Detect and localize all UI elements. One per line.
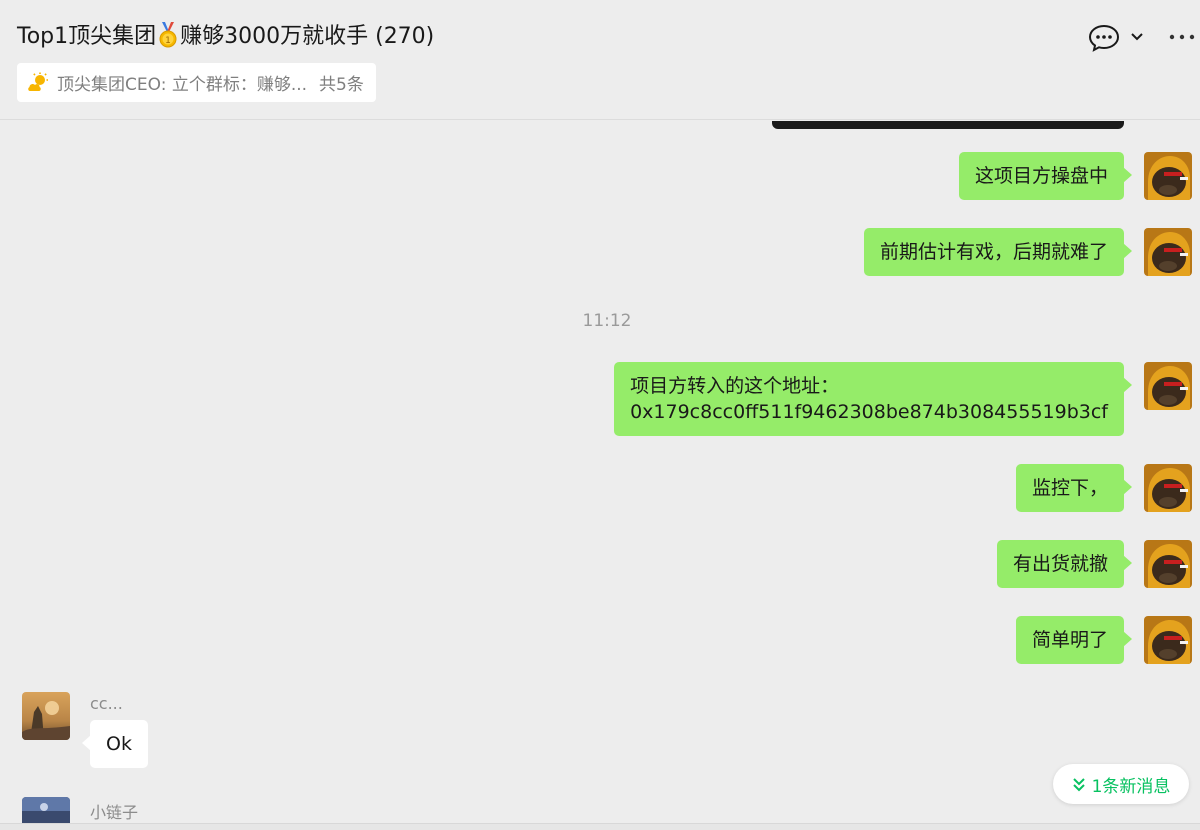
my-message-row: 项目方转入的这个地址： 0x179c8cc0ff511f9462308be874…	[614, 362, 1192, 436]
my-avatar[interactable]	[1144, 464, 1192, 512]
sunset-photo-avatar-icon	[22, 692, 70, 740]
pinned-text: 顶尖集团CEO: 立个群标：赚够...	[57, 75, 308, 95]
my-message-bubble[interactable]: 项目方转入的这个地址： 0x179c8cc0ff511f9462308be874…	[614, 362, 1132, 436]
message-list[interactable]: 这项目方操盘中 前期估计有戏，后期就难了 11:12 项目方转入的这个地址： 0…	[0, 121, 1200, 830]
first-place-medal-icon: 1	[159, 22, 177, 48]
helmet-avatar-icon	[1144, 464, 1192, 512]
my-message-bubble[interactable]: 这项目方操盘中	[958, 152, 1133, 200]
group-title-text-start: Top1顶尖集团	[17, 24, 157, 49]
helmet-avatar-icon	[1144, 228, 1192, 276]
helmet-avatar-icon	[1144, 616, 1192, 664]
message-line: 项目方转入的这个地址：	[630, 375, 840, 397]
my-message-bubble[interactable]: 简单明了	[1015, 616, 1133, 664]
message-timestamp: 11:12	[582, 311, 632, 331]
new-messages-button[interactable]: 1条新消息	[1053, 764, 1189, 804]
my-avatar[interactable]	[1144, 228, 1192, 276]
chevron-down-icon[interactable]	[1129, 29, 1145, 45]
wallet-address: 0x179c8cc0ff511f9462308be874b308455519b3…	[630, 401, 1108, 423]
my-message-row: 简单明了	[1015, 616, 1192, 664]
my-message-bubble[interactable]: 监控下，	[1015, 464, 1133, 512]
sender-name: 小链子	[90, 803, 139, 822]
new-messages-label: 1条新消息	[1091, 776, 1171, 797]
my-message-bubble[interactable]: 有出货就撤	[996, 540, 1133, 588]
pinned-count: 共5条	[319, 75, 364, 95]
pinned-announcement[interactable]: 顶尖集团CEO: 立个群标：赚够... 共5条	[17, 63, 376, 102]
helmet-avatar-icon	[1144, 540, 1192, 588]
my-message-row: 前期估计有戏，后期就难了	[863, 228, 1192, 276]
my-avatar[interactable]	[1144, 152, 1192, 200]
my-avatar[interactable]	[1144, 616, 1192, 664]
sunny-weather-icon	[28, 72, 48, 91]
my-message-row: 有出货就撤	[996, 540, 1192, 588]
input-area-divider	[0, 823, 1200, 830]
my-message-bubble[interactable]: 前期估计有戏，后期就难了	[863, 228, 1133, 276]
helmet-avatar-icon	[1144, 362, 1192, 410]
other-message-bubble[interactable]: Ok	[82, 720, 148, 768]
my-avatar[interactable]	[1144, 540, 1192, 588]
more-dots-icon[interactable]	[1168, 28, 1196, 46]
my-message-row: 这项目方操盘中	[958, 152, 1192, 200]
double-chevron-down-icon	[1072, 778, 1085, 792]
svg-text:1: 1	[165, 36, 171, 46]
group-title-text-end: 赚够3000万就收手 (270)	[180, 24, 435, 49]
image-message-partial[interactable]	[772, 121, 1124, 129]
group-title: Top1顶尖集团 1 赚够3000万就收手 (270)	[17, 18, 434, 50]
chat-window: Top1顶尖集团 1 赚够3000万就收手 (270) 顶尖集团CEO: 立个群…	[0, 0, 1200, 830]
sender-avatar[interactable]	[22, 692, 70, 740]
my-message-row: 监控下，	[1015, 464, 1192, 512]
chat-header: Top1顶尖集团 1 赚够3000万就收手 (270) 顶尖集团CEO: 立个群…	[0, 0, 1200, 120]
my-avatar[interactable]	[1144, 362, 1192, 410]
chat-bubble-icon[interactable]	[1088, 24, 1120, 52]
sender-name: cc...	[90, 694, 123, 713]
helmet-avatar-icon	[1144, 152, 1192, 200]
